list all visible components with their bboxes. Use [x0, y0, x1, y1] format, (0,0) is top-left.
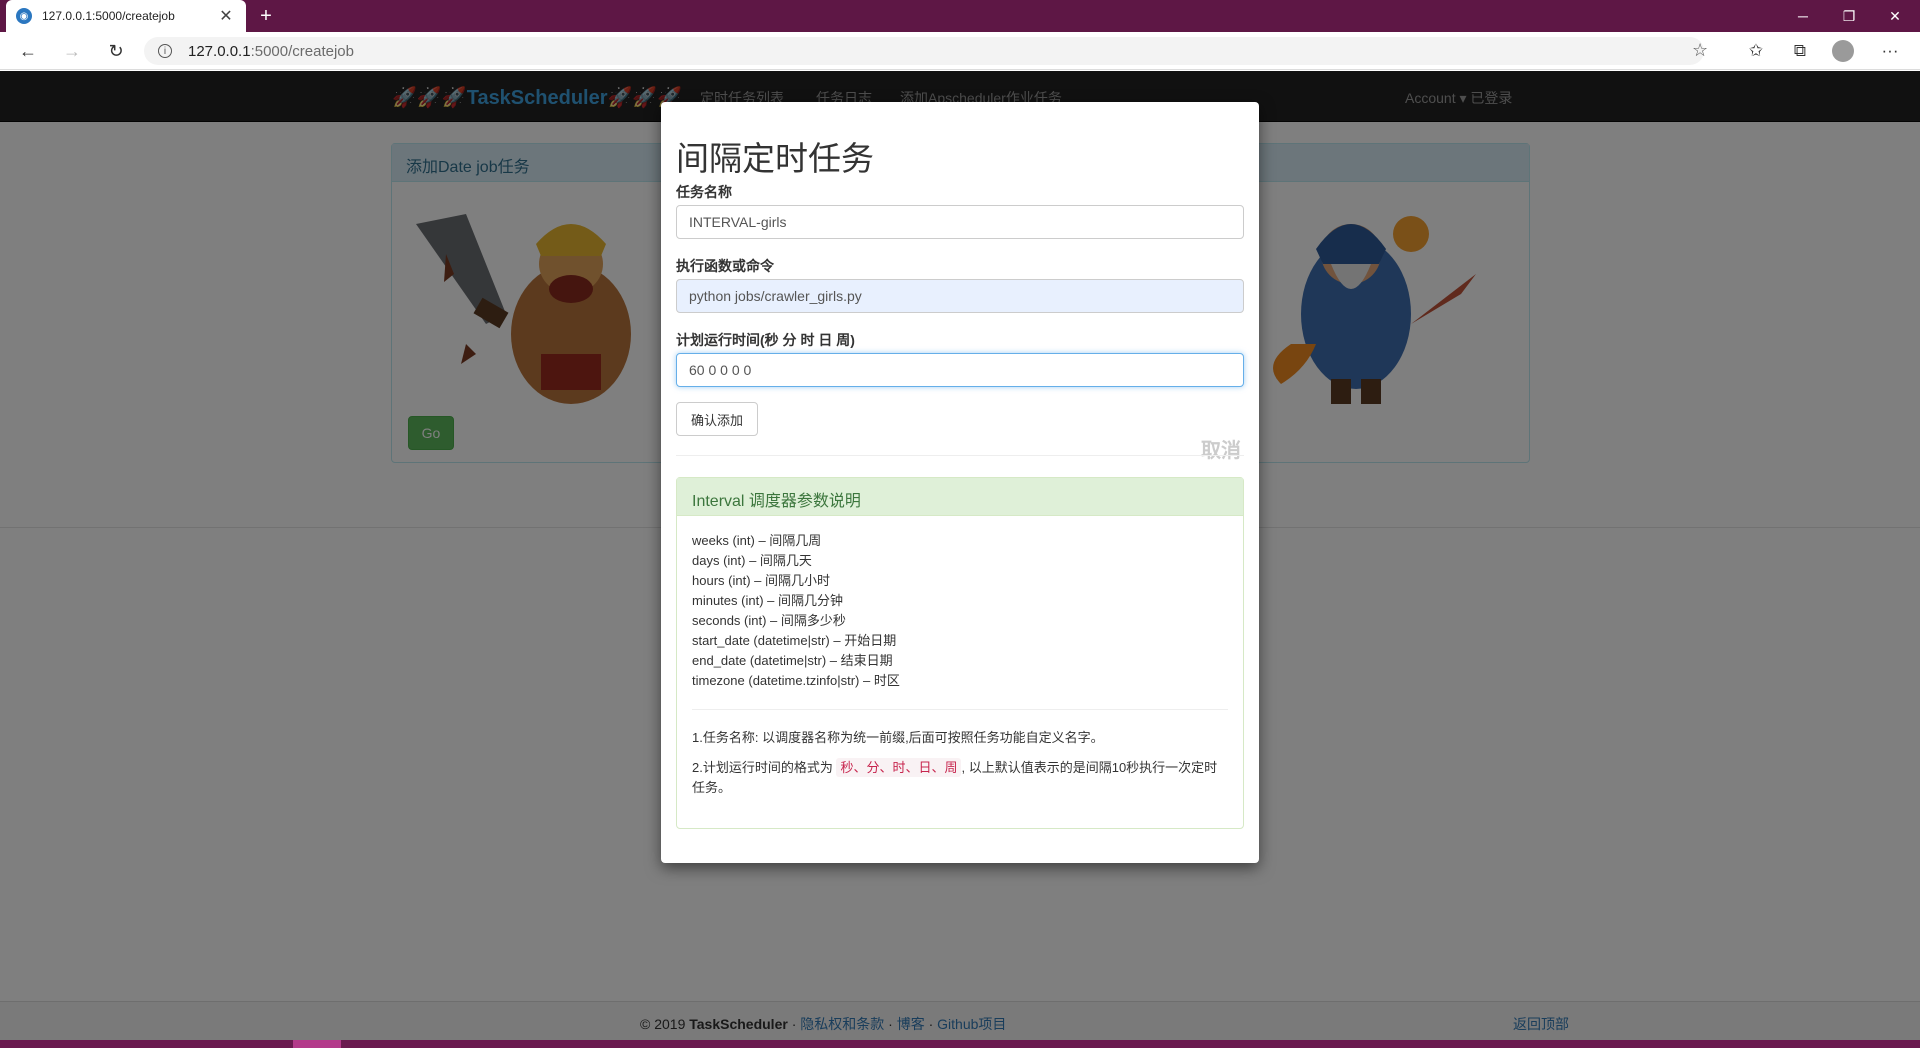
- os-taskbar: [0, 1040, 1920, 1048]
- browser-tab[interactable]: ◉ 127.0.0.1:5000/createjob ✕: [6, 0, 246, 32]
- job-name-input[interactable]: [676, 205, 1244, 239]
- browser-tab-bar: ◉ 127.0.0.1:5000/createjob ✕ + ─ ❐ ✕: [0, 0, 1920, 32]
- help-heading: Interval 调度器参数说明: [677, 478, 1243, 516]
- format-code: 秒、分、时、日、周: [836, 758, 962, 777]
- favorites-icon[interactable]: ✩: [1742, 38, 1770, 64]
- collections-icon[interactable]: ⧉: [1786, 38, 1814, 64]
- param-item: end_date (datetime|str) – 结束日期: [692, 653, 893, 668]
- tab-title: 127.0.0.1:5000/createjob: [42, 9, 175, 23]
- url-input[interactable]: i 127.0.0.1:5000/createjob: [144, 37, 1704, 65]
- address-toolbar: ← → ↻ i 127.0.0.1:5000/createjob ☆ ✩ ⧉ ·…: [0, 32, 1920, 70]
- url-path: :5000/createjob: [250, 42, 354, 60]
- profile-avatar[interactable]: [1832, 40, 1854, 62]
- restore-icon[interactable]: ❐: [1826, 0, 1872, 32]
- close-window-icon[interactable]: ✕: [1872, 0, 1918, 32]
- param-item: timezone (datetime.tzinfo|str) – 时区: [692, 673, 900, 688]
- site-favicon-icon: ◉: [16, 8, 32, 24]
- command-label: 执行函数或命令: [676, 258, 774, 274]
- modal-divider: [676, 455, 1244, 456]
- interval-job-modal: 间隔定时任务 任务名称 执行函数或命令 计划运行时间(秒 分 时 日 周) 确认…: [661, 102, 1259, 863]
- interval-help-panel: Interval 调度器参数说明 weeks (int) – 间隔几周 days…: [676, 477, 1244, 829]
- param-item: minutes (int) – 间隔几分钟: [692, 593, 843, 608]
- param-item: start_date (datetime|str) – 开始日期: [692, 633, 897, 648]
- cancel-button[interactable]: 取消: [1201, 434, 1241, 463]
- refresh-icon[interactable]: ↻: [102, 38, 130, 64]
- param-item: weeks (int) – 间隔几周: [692, 533, 822, 548]
- forward-icon[interactable]: →: [58, 38, 86, 64]
- note-job-name: 1.任务名称: 以调度器名称为统一前缀,后面可按照任务功能自定义名字。: [692, 730, 1104, 745]
- schedule-label: 计划运行时间(秒 分 时 日 周): [676, 332, 855, 348]
- active-taskbar-item[interactable]: [293, 1040, 341, 1048]
- close-tab-icon[interactable]: ✕: [216, 6, 236, 26]
- back-icon[interactable]: ←: [14, 38, 42, 64]
- help-divider: [692, 709, 1228, 710]
- help-body: weeks (int) – 间隔几周 days (int) – 间隔几天 hou…: [677, 516, 1243, 823]
- url-host: 127.0.0.1: [188, 42, 251, 60]
- param-item: days (int) – 间隔几天: [692, 553, 812, 568]
- schedule-input[interactable]: [676, 353, 1244, 387]
- confirm-add-button[interactable]: 确认添加: [676, 402, 758, 436]
- param-item: seconds (int) – 间隔多少秒: [692, 613, 846, 628]
- site-info-icon[interactable]: i: [158, 44, 172, 58]
- note-schedule-format: 2.计划运行时间的格式为 秒、分、时、日、周, 以上默认值表示的是间隔10秒执行…: [692, 758, 1228, 798]
- job-name-label: 任务名称: [676, 184, 732, 200]
- more-menu-icon[interactable]: ···: [1876, 38, 1904, 64]
- modal-title: 间隔定时任务: [676, 140, 874, 177]
- minimize-icon[interactable]: ─: [1780, 0, 1826, 32]
- param-item: hours (int) – 间隔几小时: [692, 573, 830, 588]
- param-list: weeks (int) – 间隔几周 days (int) – 间隔几天 hou…: [692, 531, 1228, 691]
- command-input[interactable]: [676, 279, 1244, 313]
- new-tab-button[interactable]: +: [254, 4, 278, 28]
- note-prefix: 2.计划运行时间的格式为: [692, 760, 833, 775]
- add-favorite-icon[interactable]: ☆: [1692, 40, 1708, 61]
